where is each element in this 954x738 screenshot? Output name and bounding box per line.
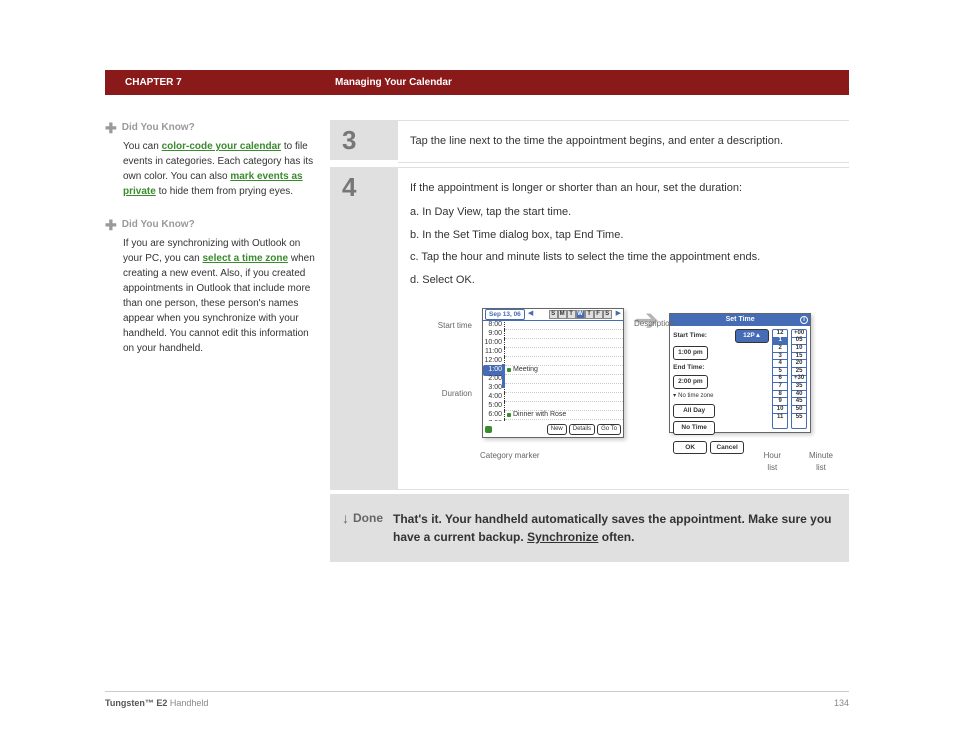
- step-4d: d. Select OK.: [410, 272, 837, 289]
- start-time-value[interactable]: 12P▲: [735, 329, 769, 343]
- no-time-button[interactable]: No Time: [673, 421, 715, 435]
- chapter-title: Managing Your Calendar: [335, 77, 452, 88]
- chapter-number: CHAPTER 7: [125, 77, 335, 88]
- link-synchronize[interactable]: Synchronize: [527, 530, 598, 544]
- new-button[interactable]: New: [547, 424, 567, 435]
- plus-icon: ✚: [105, 218, 117, 232]
- page-footer: Tungsten™ E2 Handheld 134: [105, 691, 849, 708]
- timezone-selector[interactable]: ▾No time zone: [673, 392, 769, 401]
- chapter-header: CHAPTER 7 Managing Your Calendar: [105, 70, 849, 95]
- page-number: 134: [834, 698, 849, 708]
- step-4a: a. In Day View, tap the start time.: [410, 204, 837, 221]
- day-view-date[interactable]: Sep 13, 06: [485, 309, 525, 321]
- link-timezone[interactable]: select a time zone: [202, 253, 288, 264]
- step-3-text: Tap the line next to the time the appoin…: [410, 135, 783, 147]
- step-4c: c. Tap the hour and minute lists to sele…: [410, 249, 837, 266]
- set-time-title: Set Time: [726, 315, 755, 326]
- tip-1: ✚ Did You Know? You can color-code your …: [105, 120, 315, 199]
- step-4-number: 4: [330, 167, 398, 491]
- all-day-button[interactable]: All Day: [673, 404, 715, 418]
- plus-icon: ✚: [105, 121, 117, 135]
- figure-area: Start time Duration Sep 13, 06 ◀ S M: [410, 298, 837, 448]
- day-view-screenshot: Sep 13, 06 ◀ S M T W T F S: [482, 308, 624, 438]
- tip-heading: Did You Know?: [122, 120, 195, 135]
- tip-heading: Did You Know?: [122, 217, 195, 232]
- callout-duration: Duration: [442, 388, 472, 400]
- link-color-code[interactable]: color-code your calendar: [162, 141, 281, 152]
- callout-category-marker: Category marker: [480, 450, 540, 474]
- done-label: Done: [353, 511, 383, 525]
- day-selector[interactable]: S M T W T F S: [549, 310, 612, 319]
- step-3: 3 Tap the line next to the time the appo…: [330, 120, 849, 163]
- set-time-dialog: Set Time i Start Time: 12P▲ 1:00 pm: [669, 313, 811, 433]
- event-meeting[interactable]: Meeting: [513, 365, 538, 376]
- step-3-number: 3: [330, 120, 398, 160]
- start-time-label: Start Time:: [673, 331, 707, 341]
- time-box-2[interactable]: 2:00 pm: [673, 375, 708, 389]
- callout-description: Description: [634, 318, 674, 330]
- step-4: 4 If the appointment is longer or shorte…: [330, 167, 849, 491]
- prev-arrow-icon[interactable]: ◀: [528, 309, 533, 320]
- tip-2: ✚ Did You Know? If you are synchronizing…: [105, 217, 315, 356]
- callout-minute-list: Minute list: [809, 450, 833, 474]
- next-arrow-icon[interactable]: ▶: [616, 309, 621, 320]
- minute-list[interactable]: +00 05 10 15 20 25 +30 35 40 45: [791, 329, 807, 429]
- hour-list[interactable]: 12 1 2 3 4 5 6 7 8 9: [772, 329, 788, 429]
- ok-button[interactable]: OK: [673, 441, 707, 455]
- duration-bar: [502, 364, 505, 388]
- done-row: ↓ Done That's it. Your handheld automati…: [330, 494, 849, 562]
- cancel-button[interactable]: Cancel: [710, 441, 744, 455]
- event-dinner[interactable]: Dinner with Rose: [513, 410, 566, 421]
- info-icon[interactable]: i: [800, 316, 808, 324]
- callout-start-time: Start time: [438, 320, 472, 332]
- main-content: 3 Tap the line next to the time the appo…: [330, 120, 849, 562]
- time-box-1[interactable]: 1:00 pm: [673, 346, 708, 360]
- step-4b: b. In the Set Time dialog box, tap End T…: [410, 227, 837, 244]
- step-4-intro: If the appointment is longer or shorter …: [410, 180, 837, 197]
- footer-product: Tungsten™ E2: [105, 698, 167, 708]
- details-button[interactable]: Details: [569, 424, 595, 435]
- end-time-label: End Time:: [673, 363, 704, 373]
- sidebar: ✚ Did You Know? You can color-code your …: [105, 120, 315, 562]
- done-arrow-icon: ↓: [342, 510, 349, 526]
- goto-button[interactable]: Go To: [597, 424, 621, 435]
- category-marker-icon: [485, 426, 492, 433]
